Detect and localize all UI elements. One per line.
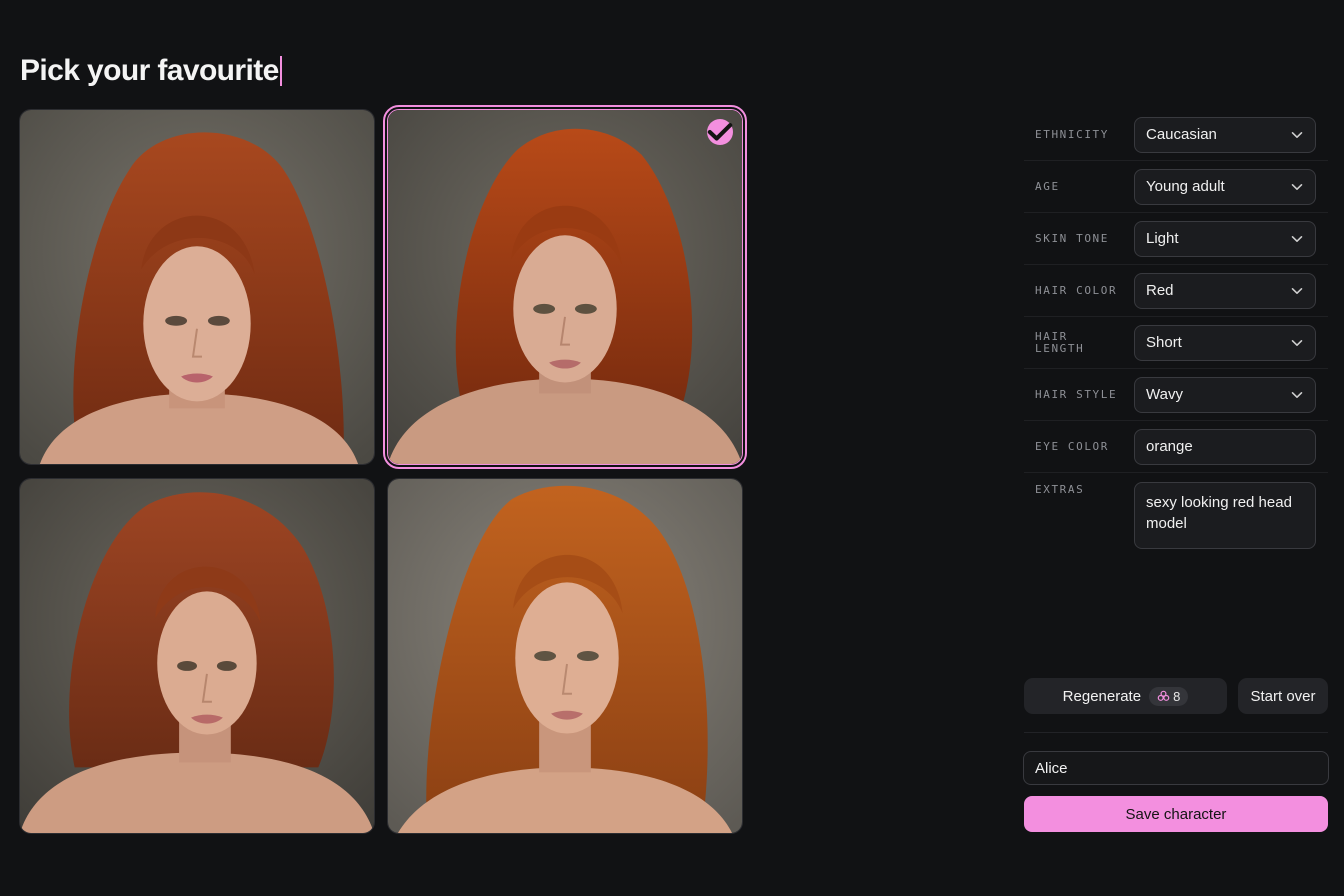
portrait-option-2[interactable] <box>383 105 747 469</box>
checkmark-icon <box>707 123 733 141</box>
attribute-row-hair-length: HAIR LENGTH Short <box>1024 317 1328 369</box>
image-gallery <box>19 105 747 834</box>
hair-style-label: HAIR STYLE <box>1035 387 1118 401</box>
portrait-image-2 <box>388 110 742 464</box>
credits-badge: 8 <box>1149 686 1189 706</box>
hair-length-value: Short <box>1146 334 1182 351</box>
regenerate-label: Regenerate <box>1062 687 1142 705</box>
extras-textarea[interactable]: sexy looking red head model <box>1134 482 1316 549</box>
regenerate-button[interactable]: Regenerate 8 <box>1024 678 1227 714</box>
attribute-row-hair-style: HAIR STYLE Wavy <box>1024 369 1328 421</box>
page-title: Pick your favourite <box>20 54 282 88</box>
age-value: Young adult <box>1146 178 1225 195</box>
portrait-option-3[interactable] <box>19 478 375 834</box>
chevron-down-icon <box>1291 391 1303 398</box>
hair-color-label: HAIR COLOR <box>1035 283 1118 297</box>
eye-color-label: EYE COLOR <box>1035 439 1110 453</box>
hair-style-value: Wavy <box>1146 386 1183 403</box>
text-cursor <box>279 56 282 86</box>
extras-value: sexy looking red head model <box>1146 494 1292 532</box>
portrait-option-4[interactable] <box>387 478 743 834</box>
attribute-row-ethnicity: ETHNICITY Caucasian <box>1024 109 1328 161</box>
portrait-image-1 <box>20 110 374 464</box>
attribute-row-age: AGE Young adult <box>1024 161 1328 213</box>
save-character-label: Save character <box>1125 805 1227 823</box>
credits-count: 8 <box>1173 688 1181 704</box>
ethnicity-select[interactable]: Caucasian <box>1134 116 1316 153</box>
attribute-row-skin-tone: SKIN TONE Light <box>1024 213 1328 265</box>
attribute-row-extras: EXTRAS sexy looking red head model <box>1024 473 1328 559</box>
eye-color-input[interactable]: orange <box>1134 428 1316 465</box>
hair-length-select[interactable]: Short <box>1134 324 1316 361</box>
portrait-image-4 <box>388 479 742 833</box>
start-over-button[interactable]: Start over <box>1238 678 1328 714</box>
chevron-down-icon <box>1291 131 1303 138</box>
hair-color-value: Red <box>1146 282 1174 299</box>
extras-label: EXTRAS <box>1035 483 1085 496</box>
attributes-panel: ETHNICITY Caucasian AGE Young adult SKIN… <box>1024 109 1328 559</box>
start-over-label: Start over <box>1250 687 1316 705</box>
section-divider <box>1024 732 1328 733</box>
chevron-down-icon <box>1291 235 1303 242</box>
selected-check-badge <box>707 119 733 145</box>
attribute-row-hair-color: HAIR COLOR Red <box>1024 265 1328 317</box>
clover-icon <box>1157 690 1170 701</box>
save-character-button[interactable]: Save character <box>1024 796 1328 832</box>
chevron-down-icon <box>1291 339 1303 346</box>
ethnicity-value: Caucasian <box>1146 126 1217 143</box>
skin-tone-select[interactable]: Light <box>1134 220 1316 257</box>
portrait-image-3 <box>20 479 374 833</box>
eye-color-value: orange <box>1146 438 1193 455</box>
character-name-value: Alice <box>1035 759 1068 777</box>
age-select[interactable]: Young adult <box>1134 168 1316 205</box>
attribute-row-eye-color: EYE COLOR orange <box>1024 421 1328 473</box>
hair-length-label: HAIR LENGTH <box>1035 329 1085 355</box>
chevron-down-icon <box>1291 287 1303 294</box>
age-label: AGE <box>1035 179 1060 193</box>
portrait-option-1[interactable] <box>19 109 375 465</box>
skin-tone-value: Light <box>1146 230 1179 247</box>
ethnicity-label: ETHNICITY <box>1035 127 1110 141</box>
actions-bar: Regenerate 8 Start over <box>1024 678 1328 714</box>
page-title-text: Pick your favourite <box>20 54 279 87</box>
hair-style-select[interactable]: Wavy <box>1134 376 1316 413</box>
character-name-input[interactable]: Alice <box>1023 751 1329 785</box>
chevron-down-icon <box>1291 183 1303 190</box>
hair-color-select[interactable]: Red <box>1134 272 1316 309</box>
skin-tone-label: SKIN TONE <box>1035 231 1110 245</box>
